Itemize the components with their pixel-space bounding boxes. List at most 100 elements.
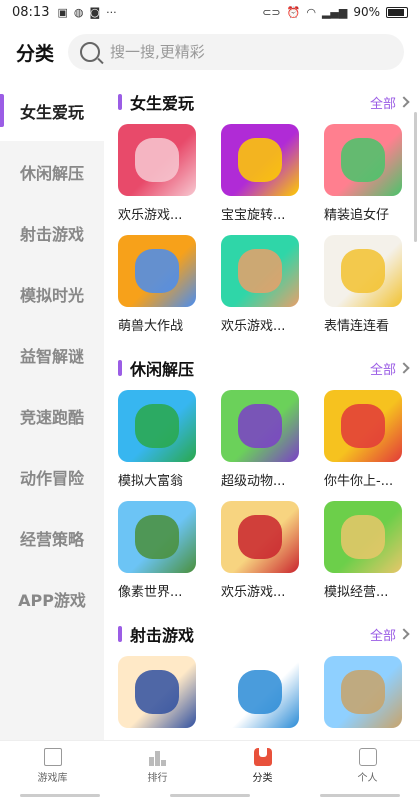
game-grid: 欢乐游戏... 宝宝旋转... 精装追女仔萌兽大作战 欢乐游戏... 表情连连看 xyxy=(118,124,420,346)
game-grid: 模拟大富翁 超级动物... 你牛你上-... 像素世界... 欢乐游戏... 模拟经营..… xyxy=(118,390,420,612)
tab-category[interactable]: 分类 xyxy=(210,741,315,790)
category-icon xyxy=(253,747,272,766)
game-name: 你牛你上-... xyxy=(324,474,394,489)
section-accent-bar xyxy=(118,360,122,376)
search-icon xyxy=(80,42,101,62)
game-icon[interactable] xyxy=(118,656,196,728)
podium-icon xyxy=(149,748,167,766)
game-card[interactable] xyxy=(324,656,402,736)
game-card[interactable]: 像素世界... xyxy=(118,501,196,600)
sidebar-item-strategy[interactable]: 经营策略 xyxy=(0,507,104,568)
scrollbar[interactable] xyxy=(414,112,417,242)
wifi-icon: ◠ xyxy=(306,5,316,19)
game-icon[interactable] xyxy=(118,124,196,196)
tab-label: 排行 xyxy=(147,772,168,784)
sidebar-item-shooting[interactable]: 射击游戏 xyxy=(0,202,104,263)
signal-icon: ▂▄▆ xyxy=(321,5,348,19)
game-icon[interactable] xyxy=(221,501,299,573)
game-icon[interactable] xyxy=(324,390,402,462)
section-header: 休闲解压 全部 xyxy=(118,346,420,390)
game-icon[interactable] xyxy=(324,656,402,728)
sidebar-item-racing[interactable]: 竞速跑酷 xyxy=(0,385,104,446)
sidebar-item-simulation[interactable]: 模拟时光 xyxy=(0,263,104,324)
gesture-bar xyxy=(0,790,420,800)
link-icon: ⊂⊃ xyxy=(262,5,281,19)
game-name: 表情连连看 xyxy=(324,319,390,334)
game-card[interactable]: 表情连连看 xyxy=(324,235,402,334)
game-card[interactable]: 模拟经营... xyxy=(324,501,402,600)
game-name: 模拟大富翁 xyxy=(118,474,184,489)
system-icons: ⊂⊃ ⏰ ◠ ▂▄▆ 90% xyxy=(262,5,408,19)
game-card[interactable]: 模拟大富翁 xyxy=(118,390,196,489)
section-accent-bar xyxy=(118,94,122,110)
game-card[interactable]: 萌兽大作战 xyxy=(118,235,196,334)
game-name: 萌兽大作战 xyxy=(118,319,184,334)
game-icon[interactable] xyxy=(221,124,299,196)
chevron-right-icon[interactable] xyxy=(398,96,410,108)
image-icon: ▣ xyxy=(57,5,68,19)
chevron-right-icon[interactable] xyxy=(398,362,410,374)
game-icon[interactable] xyxy=(118,501,196,573)
game-card[interactable]: 欢乐游戏... xyxy=(221,235,299,334)
game-grid xyxy=(118,656,420,740)
tab-game-library[interactable]: 游戏库 xyxy=(0,741,105,790)
game-section: 女生爱玩 全部欢乐游戏... 宝宝旋转... 精装追女仔萌兽大作战 欢乐游戏... 表情连… xyxy=(104,80,420,346)
section-title: 射击游戏 xyxy=(130,626,195,645)
sidebar-item-casual[interactable]: 休闲解压 xyxy=(0,141,104,202)
tab-ranking[interactable]: 排行 xyxy=(105,741,210,790)
section-header: 女生爱玩 全部 xyxy=(118,80,420,124)
game-icon[interactable] xyxy=(118,390,196,462)
category-sidebar: 女生爱玩 休闲解压 射击游戏 模拟时光 益智解谜 竞速跑酷 动作冒险 经营策略 … xyxy=(0,80,104,740)
check-icon: ◙ xyxy=(89,5,101,19)
game-card[interactable]: 欢乐游戏... xyxy=(118,124,196,223)
notification-icons: ▣ ◍ ◙ ··· xyxy=(57,6,116,19)
category-content[interactable]: 女生爱玩 全部 欢乐游戏... 宝宝旋转... 精装追女仔 萌兽大作战 欢乐游戏... 表情连… xyxy=(104,80,420,740)
game-card[interactable] xyxy=(221,656,299,736)
game-icon[interactable] xyxy=(118,235,196,307)
game-name: 模拟经营... xyxy=(324,585,389,600)
section-accent-bar xyxy=(118,626,122,642)
game-card[interactable]: 你牛你上-... xyxy=(324,390,402,489)
battery-percent: 90% xyxy=(353,5,380,19)
chat-icon: ◍ xyxy=(73,5,84,19)
section-title: 女生爱玩 xyxy=(130,94,195,113)
sidebar-item-action[interactable]: 动作冒险 xyxy=(0,446,104,507)
game-card[interactable]: 宝宝旋转... xyxy=(221,124,299,223)
game-icon[interactable] xyxy=(324,501,402,573)
status-bar: 08:13 ▣ ◍ ◙ ··· ⊂⊃ ⏰ ◠ ▂▄▆ 90% xyxy=(0,0,420,24)
game-name: 超级动物... xyxy=(221,474,286,489)
sidebar-item-puzzle[interactable]: 益智解谜 xyxy=(0,324,104,385)
game-icon[interactable] xyxy=(324,124,402,196)
chevron-right-icon[interactable] xyxy=(398,628,410,640)
game-icon[interactable] xyxy=(221,656,299,728)
header: 分类 xyxy=(0,24,420,80)
game-name: 欢乐游戏... xyxy=(118,208,183,223)
game-card[interactable]: 精装追女仔 xyxy=(324,124,402,223)
section-header: 射击游戏 全部 xyxy=(118,612,420,656)
game-icon[interactable] xyxy=(324,235,402,307)
see-all-link[interactable]: 全部 xyxy=(370,625,396,644)
game-icon[interactable] xyxy=(221,235,299,307)
game-name: 欢乐游戏... xyxy=(221,585,286,600)
sidebar-item-app[interactable]: APP游戏 xyxy=(0,568,104,629)
cube-icon xyxy=(43,747,62,766)
game-card[interactable]: 欢乐游戏... xyxy=(221,501,299,600)
more-dots-icon: ··· xyxy=(106,5,117,19)
see-all-link[interactable]: 全部 xyxy=(370,93,396,112)
tab-profile[interactable]: 个人 xyxy=(315,741,420,790)
search-box[interactable] xyxy=(68,34,404,70)
game-name: 欢乐游戏... xyxy=(221,319,286,334)
game-name: 精装追女仔 xyxy=(324,208,390,223)
tab-label: 个人 xyxy=(357,772,378,784)
section-title: 休闲解压 xyxy=(130,360,195,379)
see-all-link[interactable]: 全部 xyxy=(370,359,396,378)
sidebar-item-girls[interactable]: 女生爱玩 xyxy=(0,80,104,141)
search-input[interactable] xyxy=(110,43,392,61)
profile-icon xyxy=(358,747,377,766)
game-section: 休闲解压 全部模拟大富翁 超级动物... 你牛你上-... 像素世界... 欢乐游戏...… xyxy=(104,346,420,612)
bottom-tabbar: 游戏库 排行 分类 个人 xyxy=(0,740,420,790)
game-icon[interactable] xyxy=(221,390,299,462)
game-name: 宝宝旋转... xyxy=(221,208,286,223)
game-card[interactable]: 超级动物... xyxy=(221,390,299,489)
game-card[interactable] xyxy=(118,656,196,736)
